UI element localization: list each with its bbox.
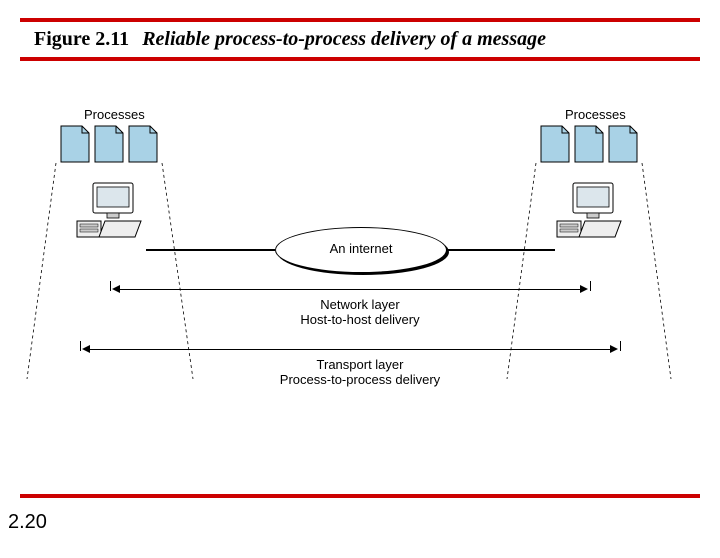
top-rule	[20, 18, 700, 22]
tick-icon	[620, 341, 621, 351]
tick-icon	[590, 281, 591, 291]
cable-line	[146, 249, 275, 251]
transport-layer-line2: Process-to-process delivery	[20, 372, 700, 387]
transport-layer-label: Transport layer Process-to-process deliv…	[20, 357, 700, 387]
network-layer-label: Network layer Host-to-host delivery	[20, 297, 700, 327]
internet-ellipse: An internet	[275, 227, 447, 273]
mid-rule	[20, 57, 700, 61]
bottom-rule	[20, 494, 700, 498]
diagram-canvas: Processes Processes	[20, 111, 700, 431]
internet-label: An internet	[330, 241, 393, 256]
figure-title: Reliable process-to-process delivery of …	[142, 28, 546, 50]
arrow-right-icon	[580, 285, 588, 293]
figure-number: Figure 2.11	[34, 28, 129, 50]
network-layer-line2: Host-to-host delivery	[20, 312, 700, 327]
arrow-left-icon	[82, 345, 90, 353]
cable-line	[447, 249, 555, 251]
tick-icon	[110, 281, 111, 291]
tick-icon	[80, 341, 81, 351]
figure-heading: Figure 2.11 Reliable process-to-process …	[34, 28, 720, 51]
computer-icon	[555, 181, 625, 241]
computer-icon	[75, 181, 145, 241]
arrow-right-icon	[610, 345, 618, 353]
network-layer-line1: Network layer	[20, 297, 700, 312]
network-layer-arrow	[118, 289, 582, 290]
slide-number: 2.20	[8, 511, 47, 534]
arrow-left-icon	[112, 285, 120, 293]
transport-layer-line1: Transport layer	[20, 357, 700, 372]
transport-layer-arrow	[88, 349, 612, 350]
